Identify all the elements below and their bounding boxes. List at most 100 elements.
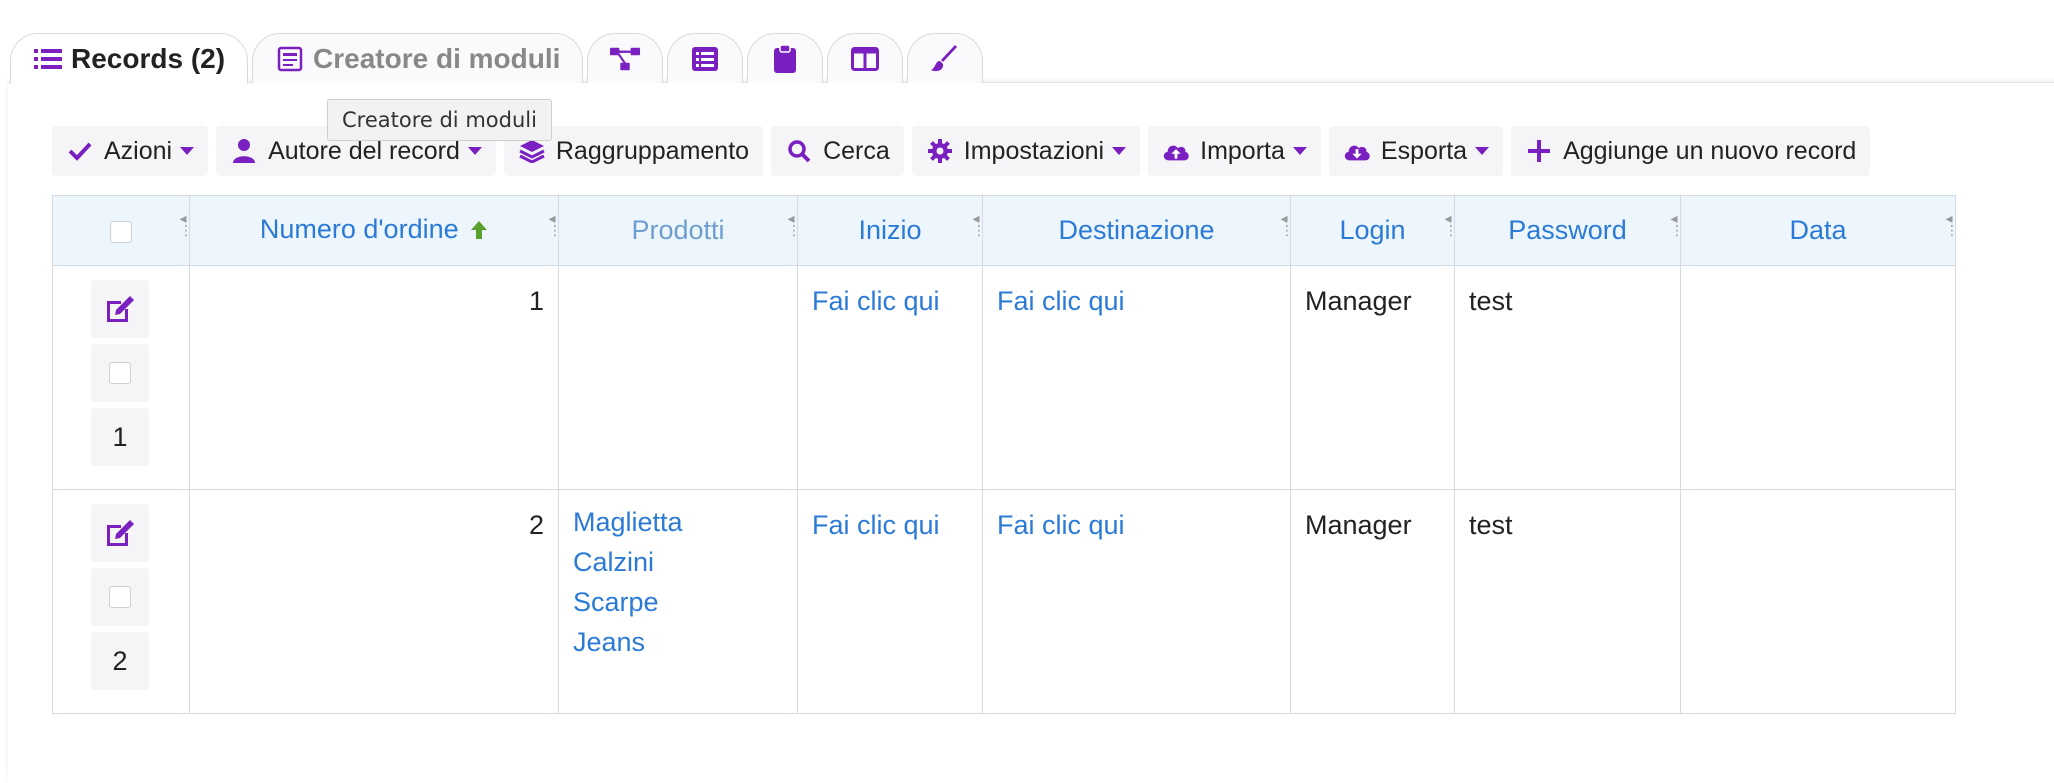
column-header-order-label: Numero d'ordine: [259, 214, 459, 245]
sort-ascending-icon: [470, 216, 488, 247]
brush-icon: [930, 44, 960, 74]
row-selector-cell: 2: [52, 489, 190, 714]
records-table: ◂ ⋮ Numero d'ordine ◂ ⋮ Prodotti ◂ ⋮ Inizio…: [52, 195, 1959, 714]
tab-style[interactable]: [907, 33, 984, 83]
row-index: 2: [91, 632, 149, 690]
tab-records[interactable]: Records (2): [10, 33, 249, 84]
gear-icon: [926, 137, 954, 165]
search-button[interactable]: Cerca: [771, 126, 904, 176]
form-builder-icon: [275, 44, 305, 74]
cloud-download-icon: [1343, 137, 1371, 165]
tab-clipboard[interactable]: [747, 33, 824, 83]
row-index: 1: [91, 408, 149, 466]
cell-order: 2: [189, 489, 559, 714]
cloud-upload-icon: [1162, 137, 1190, 165]
tab-bar: Records (2) Creatore di moduli: [10, 33, 984, 84]
add-record-label: Aggiunge un nuovo record: [1563, 136, 1857, 165]
cell-password: test: [1454, 265, 1681, 490]
tab-columns[interactable]: [827, 33, 904, 83]
user-icon: [230, 137, 258, 165]
cell-date: [1680, 489, 1956, 714]
edit-record-button[interactable]: [91, 280, 149, 338]
list-alt-icon: [690, 44, 720, 74]
actions-button[interactable]: Azioni: [52, 126, 209, 176]
column-resize-handle[interactable]: ◂ ⋮: [548, 211, 562, 250]
column-header-date[interactable]: Data ◂ ⋮: [1680, 195, 1959, 266]
column-resize-handle[interactable]: ◂ ⋮: [972, 211, 986, 250]
check-icon: [66, 137, 94, 165]
cell-order: 1: [189, 265, 559, 490]
tab-form-builder[interactable]: Creatore di moduli: [252, 33, 584, 83]
tooltip: Creatore di moduli: [327, 99, 552, 141]
export-button[interactable]: Esporta: [1328, 126, 1504, 176]
column-resize-handle[interactable]: ◂ ⋮: [1945, 211, 1959, 250]
cell-destination-link[interactable]: Fai clic qui: [982, 265, 1291, 490]
column-header-destination[interactable]: Destinazione ◂ ⋮: [982, 195, 1294, 266]
cell-password: test: [1454, 489, 1681, 714]
column-header-products[interactable]: Prodotti ◂ ⋮: [558, 195, 801, 266]
tab-list-view[interactable]: [667, 33, 744, 83]
column-resize-handle[interactable]: ◂ ⋮: [787, 211, 801, 250]
edit-icon: [107, 520, 134, 546]
product-link[interactable]: Calzini: [573, 542, 783, 582]
list-icon: [33, 44, 63, 74]
workflow-icon: [610, 44, 641, 74]
edit-record-button[interactable]: [91, 504, 149, 562]
caret-down-icon: [467, 147, 482, 155]
columns-icon: [850, 44, 880, 74]
import-button[interactable]: Importa: [1148, 126, 1321, 176]
column-resize-handle[interactable]: ◂ ⋮: [1670, 211, 1684, 250]
cell-products: [558, 265, 798, 490]
select-all-header: ◂ ⋮: [52, 195, 193, 266]
table-row: 2 2 Maglietta Calzini Scarpe Jeans Fai c…: [52, 489, 1956, 714]
search-icon: [785, 137, 813, 165]
plus-icon: [1525, 137, 1553, 165]
row-selector-cell: 1: [52, 265, 190, 490]
select-all-checkbox[interactable]: [110, 220, 132, 243]
search-label: Cerca: [823, 136, 890, 165]
product-link[interactable]: Maglietta: [573, 502, 783, 542]
import-label: Importa: [1200, 136, 1285, 165]
product-link[interactable]: Jeans: [573, 622, 783, 662]
caret-down-icon: [1112, 147, 1127, 155]
caret-down-icon: [1292, 147, 1307, 155]
column-header-start-label: Inizio: [858, 215, 922, 245]
cell-start-link[interactable]: Fai clic qui: [797, 265, 983, 490]
add-record-button[interactable]: Aggiunge un nuovo record: [1511, 126, 1871, 176]
column-header-order[interactable]: Numero d'ordine ◂ ⋮: [189, 195, 562, 266]
column-header-start[interactable]: Inizio ◂ ⋮: [797, 195, 986, 266]
cell-login: Manager: [1290, 489, 1455, 714]
tab-records-label: Records (2): [71, 43, 226, 74]
column-resize-handle[interactable]: ◂ ⋮: [1444, 211, 1458, 250]
caret-down-icon: [1475, 147, 1490, 155]
cell-products: Maglietta Calzini Scarpe Jeans: [558, 489, 798, 714]
column-header-password[interactable]: Password ◂ ⋮: [1454, 195, 1684, 266]
row-checkbox-cell: [91, 344, 149, 402]
column-resize-handle[interactable]: ◂ ⋮: [1280, 211, 1294, 250]
tab-form-builder-label: Creatore di moduli: [313, 42, 561, 74]
caret-down-icon: [180, 147, 195, 155]
column-header-password-label: Password: [1508, 215, 1627, 245]
clipboard-icon: [770, 44, 800, 74]
cell-date: [1680, 265, 1956, 490]
product-link[interactable]: Scarpe: [573, 582, 783, 622]
settings-button[interactable]: Impostazioni: [911, 126, 1141, 176]
row-checkbox[interactable]: [109, 362, 131, 384]
column-header-destination-label: Destinazione: [1058, 215, 1215, 245]
row-checkbox-cell: [91, 568, 149, 626]
cell-destination-link[interactable]: Fai clic qui: [982, 489, 1291, 714]
column-header-login-label: Login: [1339, 215, 1406, 245]
edit-icon: [107, 296, 134, 322]
toolbar: Azioni Autore del record Raggruppamento …: [52, 126, 1871, 176]
cell-login: Manager: [1290, 265, 1455, 490]
cell-start-link[interactable]: Fai clic qui: [797, 489, 983, 714]
row-checkbox[interactable]: [109, 586, 131, 608]
column-header-products-label: Prodotti: [631, 215, 725, 245]
layers-icon: [518, 137, 546, 165]
column-resize-handle[interactable]: ◂ ⋮: [179, 211, 193, 250]
tab-workflow[interactable]: [587, 33, 664, 83]
actions-label: Azioni: [104, 136, 173, 165]
settings-label: Impostazioni: [963, 136, 1105, 165]
column-header-login[interactable]: Login ◂ ⋮: [1290, 195, 1458, 266]
column-header-date-label: Data: [1789, 215, 1847, 245]
